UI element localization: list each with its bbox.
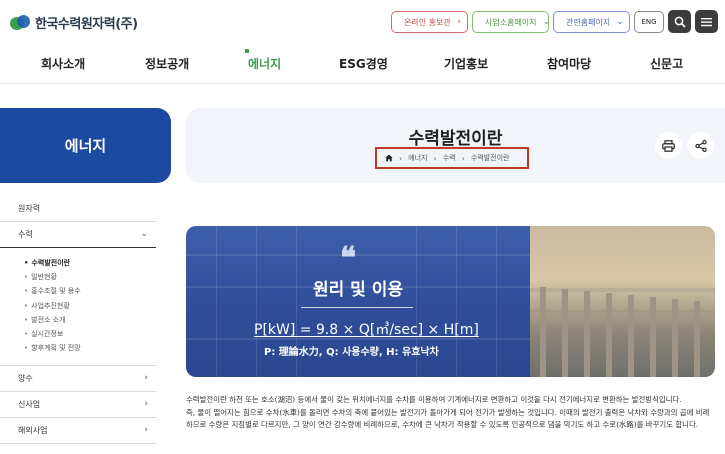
breadcrumb-item[interactable]: 수력: [443, 153, 456, 163]
logo-text: 한국수력원자력(주): [35, 17, 138, 32]
online-pr-link-label: 온라인 홍보관: [404, 17, 451, 27]
share-button[interactable]: [687, 132, 714, 159]
active-indicator: [245, 49, 249, 53]
sidebar-item-overseas[interactable]: 해외사업 ›: [0, 418, 156, 445]
home-icon[interactable]: [385, 154, 393, 162]
chevron-right-icon: ›: [433, 153, 437, 163]
related-sites-label: 관련홈페이지: [566, 17, 611, 27]
print-button[interactable]: [655, 132, 682, 159]
submenu-item-label: 실시간정보: [31, 330, 64, 339]
online-pr-link[interactable]: 온라인 홍보관 ›: [391, 11, 468, 33]
hero-formula-legend: P: 理論水力, Q: 사용수량, H: 유효낙차: [264, 347, 439, 358]
page-title-area: 수력발전이란 › 에너지 › 수력 › 수력발전이란: [186, 108, 725, 183]
breadcrumb: › 에너지 › 수력 › 수력발전이란: [375, 147, 529, 169]
hero-banner: ❝ 원리 및 이용 P[kW] = 9.8 × Q[㎥/sec] × H[m] …: [186, 226, 715, 377]
submenu-item-label: 수력발전이란: [31, 259, 71, 268]
sidebar-item-label: 양수: [18, 374, 33, 384]
menu-button[interactable]: [695, 10, 718, 33]
submenu-item-flood-control[interactable]: • 홍수조절 및 용수: [24, 284, 156, 298]
hero-heading: 원리 및 이용: [312, 280, 404, 300]
chevron-right-icon: ›: [144, 425, 148, 436]
sidebar-item-label: 원자력: [18, 204, 41, 213]
sidebar-submenu: • 수력발전이란 • 일반현황 • 홍수조절 및 용수 • 사업추진현황 • 발전소 소개…: [0, 248, 156, 367]
body-paragraph: 수력발전이란 하천 또는 호소(湖沼) 등에서 물이 갖는 위치에너지를 수차를…: [186, 395, 682, 404]
share-icon: [694, 139, 707, 152]
body-paragraph: 즉, 물이 떨어지는 힘으로 수차(水車)를 돌리면 수차의 축에 붙어있는 발…: [186, 407, 710, 430]
bullet-icon: •: [24, 301, 29, 310]
bullet-icon: •: [24, 259, 29, 268]
sidebar-item-nuclear[interactable]: 원자력: [0, 196, 156, 222]
sidebar-title: 에너지: [64, 137, 107, 155]
search-icon: [674, 16, 686, 28]
hero-divider: [301, 307, 413, 308]
hamburger-menu-icon: [701, 17, 712, 26]
submenu-item-label: 향후계획 및 전망: [31, 344, 81, 353]
bullet-icon: •: [24, 273, 29, 282]
bullet-icon: •: [24, 344, 29, 353]
page-title: 수력발전이란: [408, 129, 503, 149]
chevron-down-icon: ⌄: [616, 17, 624, 27]
submenu-item-general-status[interactable]: • 일반현황: [24, 270, 156, 284]
chevron-right-icon: ›: [399, 153, 403, 163]
sidebar-item-label: 수력: [18, 230, 33, 239]
submenu-item-label: 일반현황: [31, 273, 57, 282]
logo[interactable]: 한국수력원자력(주): [10, 13, 138, 32]
submenu-item-hydro-intro[interactable]: • 수력발전이란: [24, 256, 156, 270]
chevron-right-icon: ›: [144, 373, 148, 384]
bullet-icon: •: [24, 315, 29, 324]
submenu-item-label: 홍수조절 및 용수: [31, 287, 81, 296]
nav-item-energy[interactable]: 에너지: [248, 55, 281, 72]
hero-formula: P[kW] = 9.8 × Q[㎥/sec] × H[m]: [254, 322, 479, 338]
sidebar-item-new-business[interactable]: 신사업 ›: [0, 392, 156, 419]
nav-item-petition[interactable]: 신문고: [650, 55, 683, 72]
bullet-icon: •: [24, 330, 29, 339]
body-content: 수력발전이란 하천 또는 호소(湖沼) 등에서 물이 갖는 위치에너지를 수차를…: [186, 394, 716, 432]
nav-item-participation[interactable]: 참여마당: [547, 55, 591, 72]
nav-item-disclosure[interactable]: 정보공개: [145, 55, 189, 72]
quote-mark-icon: ❝: [340, 241, 357, 276]
hero-dam-photo: [530, 226, 715, 377]
nav-item-pr[interactable]: 기업홍보: [444, 55, 488, 72]
language-english-button[interactable]: ENG: [634, 11, 664, 33]
submenu-item-future-plans[interactable]: • 향후계획 및 전망: [24, 341, 156, 355]
search-button[interactable]: [668, 10, 691, 33]
submenu-item-label: 발전소 소개: [31, 315, 66, 324]
branch-sites-label: 사업소홈페이지: [485, 17, 537, 27]
chevron-down-icon: ⌄: [542, 17, 551, 27]
top-bar: 한국수력원자력(주) 온라인 홍보관 › 사업소홈페이지 ⌄ 관련홈페이지 ⌄ …: [0, 0, 725, 44]
sidebar-item-label: 신사업: [18, 400, 41, 410]
chevron-right-icon: ›: [144, 399, 148, 410]
branch-sites-dropdown[interactable]: 사업소홈페이지 ⌄: [472, 11, 551, 33]
main-nav: 회사소개 정보공개 에너지 ESG경영 기업홍보 참여마당 신문고: [0, 44, 725, 84]
chevron-right-icon: ›: [457, 17, 461, 27]
logo-mark-icon: [10, 14, 30, 31]
bullet-icon: •: [24, 287, 29, 296]
page: 한국수력원자력(주) 온라인 홍보관 › 사업소홈페이지 ⌄ 관련홈페이지 ⌄ …: [0, 0, 725, 454]
chevron-right-icon: ›: [461, 153, 465, 163]
sidebar-title-block: 에너지: [0, 108, 171, 183]
nav-item-esg[interactable]: ESG경영: [339, 55, 388, 72]
related-sites-dropdown[interactable]: 관련홈페이지 ⌄: [553, 11, 630, 33]
sidebar-item-label: 해외사업: [18, 426, 48, 436]
chevron-down-icon: ⌄: [140, 229, 148, 239]
print-icon: [662, 139, 675, 152]
submenu-item-project-status[interactable]: • 사업추진현황: [24, 299, 156, 313]
sidebar-menu: 원자력 수력 ⌄ • 수력발전이란 • 일반현황 • 홍수조절 및 용수 • 사업추진현…: [0, 196, 156, 445]
sidebar-item-hydro[interactable]: 수력 ⌄: [0, 222, 156, 248]
sidebar-item-pumped[interactable]: 양수 ›: [0, 366, 156, 393]
breadcrumb-item-current: 수력발전이란: [470, 154, 510, 162]
submenu-item-label: 사업추진현황: [31, 301, 70, 310]
submenu-item-realtime-info[interactable]: • 실시간정보: [24, 327, 156, 341]
breadcrumb-item[interactable]: 에너지: [408, 153, 427, 163]
nav-item-company[interactable]: 회사소개: [41, 55, 85, 72]
submenu-item-plant-intro[interactable]: • 발전소 소개: [24, 313, 156, 327]
